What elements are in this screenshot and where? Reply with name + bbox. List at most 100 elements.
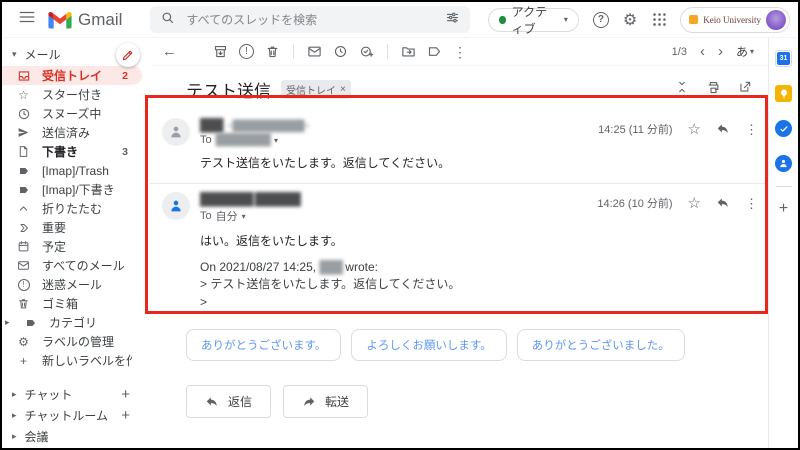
smart-reply-chip[interactable]: ありがとうございます。 (186, 329, 341, 361)
search-icon[interactable] (160, 10, 175, 30)
active-status-dot (499, 16, 505, 24)
chevron-right-icon: ▸ (12, 390, 17, 399)
sidebar-item-all-mail[interactable]: すべてのメール (2, 256, 142, 275)
forward-button[interactable]: 転送 (283, 385, 368, 418)
email-2-header[interactable]: ███████ ██████ To 自分 ▾ 14:26 (10 分前) ☆ ⋮ (150, 184, 768, 224)
keep-button[interactable] (775, 85, 792, 102)
clock-icon (16, 107, 31, 121)
add-room-icon[interactable]: + (121, 407, 130, 424)
smart-reply-row: ありがとうございます。 よろしくお願いします。 ありがとうございました。 (186, 329, 768, 361)
smart-reply-chip[interactable]: よろしくお願いします。 (351, 329, 506, 361)
status-label: アクティブ (512, 3, 558, 37)
archive-icon[interactable] (213, 44, 228, 59)
sidebar-item-snoozed[interactable]: スヌーズ中 (2, 104, 142, 123)
add-addon-icon[interactable]: + (779, 201, 788, 217)
sidebar-item-drafts[interactable]: 下書き 3 (2, 142, 142, 161)
add-chat-icon[interactable]: + (121, 386, 130, 403)
sidebar-item-scheduled[interactable]: 予定 (2, 237, 142, 256)
account-name: Keio University (703, 15, 761, 25)
mark-unread-icon[interactable] (307, 44, 322, 59)
help-button[interactable]: ? (593, 12, 609, 28)
snooze-icon[interactable] (333, 44, 348, 59)
input-method-selector[interactable]: あ ▾ (736, 43, 754, 60)
reply-icon[interactable] (716, 122, 730, 136)
recipient-self: 自分 (216, 208, 238, 224)
gmail-logo[interactable]: Gmail (48, 10, 122, 30)
organization-logo-icon (689, 15, 698, 24)
calendar-button[interactable]: 31 (775, 50, 792, 67)
sidebar-item-sent[interactable]: 送信済み (2, 123, 142, 142)
sidebar-item-starred[interactable]: ☆ スター付き (2, 85, 142, 104)
collapse-all-icon[interactable] (675, 80, 689, 99)
print-icon[interactable] (706, 80, 721, 100)
remove-label-icon[interactable]: × (340, 84, 346, 95)
sidebar-section-chat-rooms[interactable]: ▸ チャットルーム + (2, 405, 150, 426)
sidebar-item-create-label[interactable]: + 新しいラベルを作成 (2, 351, 142, 370)
add-to-tasks-icon[interactable] (359, 44, 374, 59)
sender-name-redacted: ███████ ██████ (200, 192, 300, 206)
check-icon (779, 124, 789, 134)
reply-button[interactable]: 返信 (186, 385, 271, 418)
compose-button[interactable] (116, 43, 140, 67)
status-selector[interactable]: アクティブ ▾ (488, 8, 579, 32)
labels-icon[interactable] (427, 44, 442, 59)
reply-icon[interactable] (716, 196, 730, 210)
apps-grid-button[interactable] (651, 11, 668, 28)
star-icon[interactable]: ☆ (688, 120, 701, 138)
older-thread-icon[interactable]: › (718, 43, 723, 60)
contacts-button[interactable] (775, 155, 792, 172)
user-avatar[interactable] (766, 10, 786, 30)
recipient-details-toggle[interactable]: To ████████ ▾ (200, 134, 598, 146)
help-icon: ? (593, 12, 609, 28)
inbox-label-chip[interactable]: 受信トレイ × (281, 80, 351, 99)
sidebar-section-chat[interactable]: ▸ チャット + (2, 384, 150, 405)
settings-button[interactable]: ⚙ (623, 10, 637, 30)
apps-grid-icon (651, 11, 668, 28)
importance-marker-icon (16, 222, 31, 234)
newer-thread-icon[interactable]: ‹ (700, 43, 705, 60)
search-options-icon[interactable] (445, 10, 460, 30)
sidebar-item-categories[interactable]: ▸ カテゴリ (2, 313, 142, 332)
gmail-logo-text: Gmail (78, 10, 122, 30)
more-options-icon[interactable]: ⋮ (745, 197, 758, 210)
more-options-icon[interactable]: ⋮ (745, 123, 758, 136)
search-input[interactable] (184, 12, 436, 28)
sidebar-section-meet[interactable]: ▸ 会議 (2, 426, 150, 447)
sidebar-item-imap-trash[interactable]: [Imap]/Trash (2, 161, 142, 180)
lightbulb-icon (778, 88, 790, 100)
email-2-body: はい。返信をいたします。 (150, 224, 768, 249)
main-menu-icon[interactable] (12, 6, 42, 33)
person-icon (168, 124, 184, 140)
sidebar-item-imap-drafts[interactable]: [Imap]/下書き (2, 180, 142, 199)
star-icon[interactable]: ☆ (688, 194, 701, 212)
sender-address-redacted: <███████████> (228, 120, 309, 132)
chevron-down-icon: ▾ (242, 212, 246, 221)
move-to-icon[interactable] (401, 44, 416, 59)
search-bar[interactable] (150, 6, 470, 33)
tasks-button[interactable] (775, 120, 792, 137)
recipient-details-toggle[interactable]: To 自分 ▾ (200, 208, 597, 224)
sidebar-item-manage-labels[interactable]: ⚙ ラベルの管理 (2, 332, 142, 351)
sidebar-item-trash[interactable]: ゴミ箱 (2, 294, 142, 313)
chevron-right-icon: ▸ (5, 317, 12, 328)
thread-subject: テスト送信 (186, 77, 271, 102)
back-icon[interactable]: ← (162, 44, 177, 59)
open-in-new-icon[interactable] (738, 80, 752, 99)
pencil-icon (121, 48, 135, 62)
account-switcher[interactable]: Keio University (680, 7, 790, 33)
mail-icon (16, 259, 31, 272)
delete-icon[interactable] (265, 44, 280, 59)
gear-icon: ⚙ (623, 10, 637, 30)
more-options-icon[interactable]: ⋮ (453, 45, 467, 59)
smart-reply-chip[interactable]: ありがとうございました。 (517, 329, 685, 361)
report-spam-icon[interactable]: ! (239, 44, 254, 59)
sidebar-item-inbox[interactable]: 受信トレイ 2 (2, 66, 142, 85)
sidebar-item-important[interactable]: 重要 (2, 218, 142, 237)
email-1-header[interactable]: ███ <███████████> To ████████ ▾ 14:25 (1… (150, 110, 768, 146)
chevron-right-icon: ▸ (12, 432, 17, 441)
unread-count: 2 (122, 70, 132, 82)
chat-sections: ▸ チャット + ▸ チャットルーム + ▸ 会議 (2, 384, 150, 447)
toolbar-divider (387, 44, 388, 59)
sidebar-item-spam[interactable]: ! 迷惑メール (2, 275, 142, 294)
sidebar-item-collapse[interactable]: 折りたたむ (2, 199, 142, 218)
